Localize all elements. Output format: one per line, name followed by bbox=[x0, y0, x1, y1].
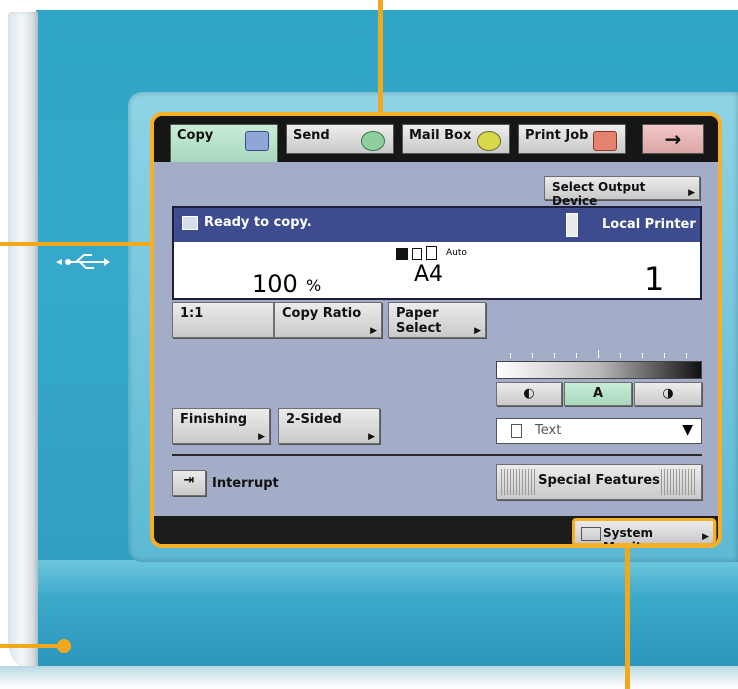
paper-size-value: A4 bbox=[414, 262, 444, 287]
select-output-device-button[interactable]: Select Output Device ▶ bbox=[544, 176, 700, 208]
interrupt-button[interactable]: ⇥ bbox=[172, 470, 206, 496]
finishing-button[interactable]: Finishing ▶ bbox=[172, 408, 270, 444]
special-features-label: Special Features bbox=[538, 473, 660, 488]
callout-line-bottom-left bbox=[0, 644, 62, 648]
chevron-down-icon: ▼ bbox=[682, 422, 693, 438]
callout-line-bottom-right bbox=[625, 548, 630, 689]
paper-stack-icon bbox=[412, 248, 422, 260]
touch-panel-screen: Copy Send Mail Box Print Job → Select Ou… bbox=[150, 112, 722, 548]
finishing-label: Finishing bbox=[180, 412, 248, 427]
copy-ratio-unit: % bbox=[306, 276, 322, 295]
copies-count: 1 bbox=[644, 260, 665, 298]
select-output-device-label: Select Output Device bbox=[552, 180, 646, 208]
half-moon-left-icon: ◐ bbox=[523, 386, 535, 401]
chevron-right-icon: ▶ bbox=[370, 326, 377, 336]
status-message: Ready to copy. bbox=[204, 215, 312, 230]
tab-next-arrow[interactable]: → bbox=[642, 124, 704, 154]
arrow-right-icon: → bbox=[664, 127, 682, 151]
density-auto-label: A bbox=[592, 386, 604, 401]
copy-ratio-value: 100 bbox=[252, 270, 298, 298]
density-scale bbox=[496, 361, 702, 379]
special-features-button[interactable]: Special Features bbox=[496, 464, 702, 500]
mailbox-icon bbox=[477, 131, 501, 151]
image-type-selected: Text bbox=[535, 423, 562, 438]
special-features-pattern-left bbox=[501, 469, 537, 495]
density-ticks bbox=[496, 348, 702, 358]
function-tabbar: Copy Send Mail Box Print Job → bbox=[154, 116, 718, 162]
copy-status-icon bbox=[182, 216, 198, 230]
device-lower-panel bbox=[36, 560, 738, 672]
special-features-pattern-right bbox=[661, 469, 697, 495]
tab-copy[interactable]: Copy bbox=[170, 124, 278, 162]
paper-select-button[interactable]: Paper Select ▶ bbox=[388, 302, 486, 338]
density-auto-button[interactable]: A bbox=[564, 382, 632, 406]
status-values: 100 % Auto A4 1 bbox=[174, 242, 700, 300]
copy-icon bbox=[245, 131, 269, 151]
usb-icon bbox=[54, 252, 110, 277]
interrupt-label: Interrupt bbox=[212, 476, 279, 491]
half-moon-right-icon: ◑ bbox=[662, 386, 674, 401]
tab-print-job-label: Print Job bbox=[525, 128, 589, 143]
send-icon bbox=[361, 131, 385, 151]
density-lighter-button[interactable]: ◐ bbox=[496, 382, 562, 406]
callout-line-top bbox=[378, 0, 383, 112]
tab-print-job[interactable]: Print Job bbox=[518, 124, 626, 154]
tab-copy-label: Copy bbox=[177, 128, 214, 143]
tab-mail-box[interactable]: Mail Box bbox=[402, 124, 510, 154]
tab-send-label: Send bbox=[293, 128, 330, 143]
system-monitor-icon bbox=[581, 527, 601, 541]
two-sided-button[interactable]: 2-Sided ▶ bbox=[278, 408, 380, 444]
system-monitor-label: System Monitor bbox=[603, 526, 656, 548]
chevron-right-icon: ▶ bbox=[688, 188, 695, 198]
system-monitor-button[interactable]: System Monitor ▶ bbox=[572, 518, 716, 548]
copy-ratio-label: Copy Ratio bbox=[282, 306, 362, 321]
callout-dot-base bbox=[57, 639, 71, 653]
density-darker-button[interactable]: ◑ bbox=[634, 382, 702, 406]
one-to-one-button[interactable]: 1:1 bbox=[172, 302, 274, 338]
printer-icon bbox=[566, 213, 578, 237]
status-display: Ready to copy. Local Printer 100 % Auto … bbox=[172, 206, 702, 300]
printjob-icon bbox=[593, 131, 617, 151]
two-sided-label: 2-Sided bbox=[286, 412, 342, 427]
copy-ratio-button[interactable]: Copy Ratio ▶ bbox=[274, 302, 382, 338]
paper-mode-label: Auto bbox=[446, 248, 467, 258]
section-divider bbox=[172, 454, 702, 456]
text-mode-icon bbox=[511, 424, 522, 438]
tab-mail-box-label: Mail Box bbox=[409, 128, 472, 143]
paper-tray-icon bbox=[396, 248, 408, 260]
tab-send[interactable]: Send bbox=[286, 124, 394, 154]
status-header: Ready to copy. Local Printer bbox=[174, 208, 700, 242]
chevron-right-icon: ▶ bbox=[368, 432, 375, 442]
chevron-right-icon: ▶ bbox=[474, 326, 481, 336]
paper-select-label: Paper Select bbox=[396, 306, 442, 336]
device-side-panel bbox=[8, 12, 38, 672]
paper-sheet-icon bbox=[426, 246, 437, 260]
local-printer-label: Local Printer bbox=[602, 217, 696, 232]
interrupt-icon: ⇥ bbox=[183, 473, 195, 488]
chevron-right-icon: ▶ bbox=[258, 432, 265, 442]
image-type-dropdown[interactable]: Text ▼ bbox=[496, 418, 702, 444]
one-to-one-label: 1:1 bbox=[180, 306, 204, 321]
chevron-right-icon: ▶ bbox=[702, 532, 709, 542]
